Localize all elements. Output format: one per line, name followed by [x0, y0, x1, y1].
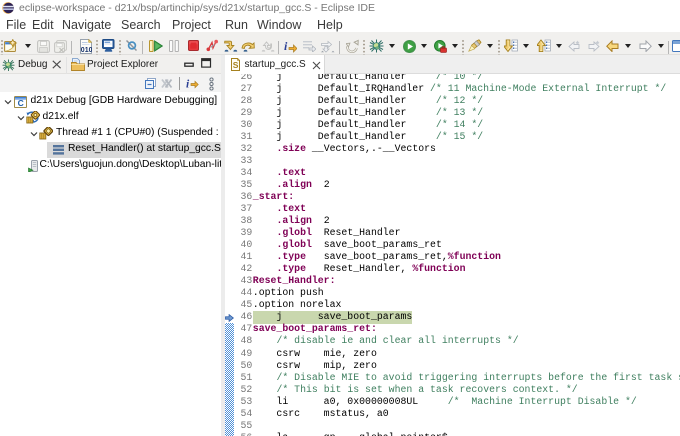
svg-text:C: C [18, 98, 24, 108]
svg-text:S: S [232, 60, 238, 70]
svg-text:010: 010 [81, 47, 92, 54]
svg-text:i: i [284, 39, 288, 53]
svg-text:i: i [186, 79, 190, 91]
